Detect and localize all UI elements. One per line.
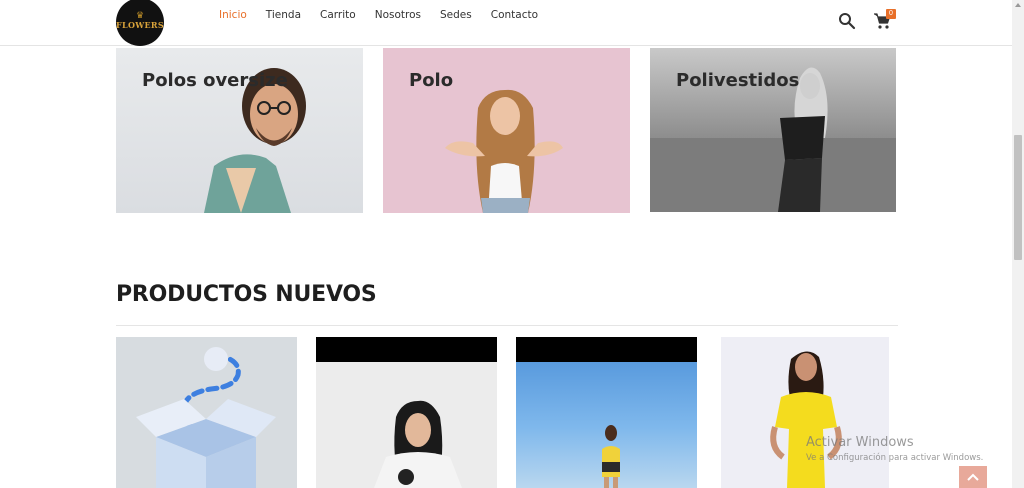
logo-text: FLOWERS <box>116 19 164 30</box>
product-photo <box>602 425 620 488</box>
category-title: Polos oversize <box>142 70 288 91</box>
logo-subtext <box>140 30 141 34</box>
product-photo <box>374 400 462 488</box>
back-to-top-button[interactable] <box>959 466 987 488</box>
nav-nosotros[interactable]: Nosotros <box>375 9 421 21</box>
activation-watermark-text: Ve a Configuración para activar Windows. <box>806 453 984 463</box>
nav-carrito[interactable]: Carrito <box>320 9 356 21</box>
category-card-polos-oversize[interactable]: Polos oversize <box>116 48 363 213</box>
section-divider <box>116 325 898 326</box>
section-title: PRODUCTOS NUEVOS <box>116 282 377 307</box>
product-card[interactable] <box>316 337 497 488</box>
box-illustration <box>136 347 276 488</box>
product-card[interactable] <box>116 337 297 488</box>
crown-icon: ♛ <box>135 9 145 20</box>
search-icon[interactable] <box>838 12 856 30</box>
cart-count-badge: 0 <box>886 9 896 19</box>
category-card-polo[interactable]: Polo <box>383 48 630 213</box>
product-card[interactable] <box>721 337 889 488</box>
brand-logo[interactable]: ♛ FLOWERS <box>116 0 164 46</box>
product-card[interactable] <box>516 337 697 488</box>
page-scrollbar[interactable] <box>1012 0 1024 488</box>
product-photo <box>770 351 842 488</box>
site-header: ♛ FLOWERS Inicio Tienda Carrito Nosotros… <box>0 0 1012 46</box>
nav-tienda[interactable]: Tienda <box>266 9 301 21</box>
scroll-up-arrow[interactable] <box>1015 3 1021 7</box>
nav-inicio[interactable]: Inicio <box>219 9 247 21</box>
scrollbar-thumb[interactable] <box>1014 135 1022 260</box>
category-title: Polo <box>409 70 454 91</box>
chevron-up-icon <box>967 473 979 481</box>
category-card-polivestidos[interactable]: Polivestidos <box>650 48 896 212</box>
main-nav: Inicio Tienda Carrito Nosotros Sedes Con… <box>219 9 557 21</box>
nav-sedes[interactable]: Sedes <box>440 9 472 21</box>
nav-contacto[interactable]: Contacto <box>491 9 538 21</box>
activation-watermark-title: Activar Windows <box>806 435 914 450</box>
category-title: Polivestidos <box>676 70 800 91</box>
